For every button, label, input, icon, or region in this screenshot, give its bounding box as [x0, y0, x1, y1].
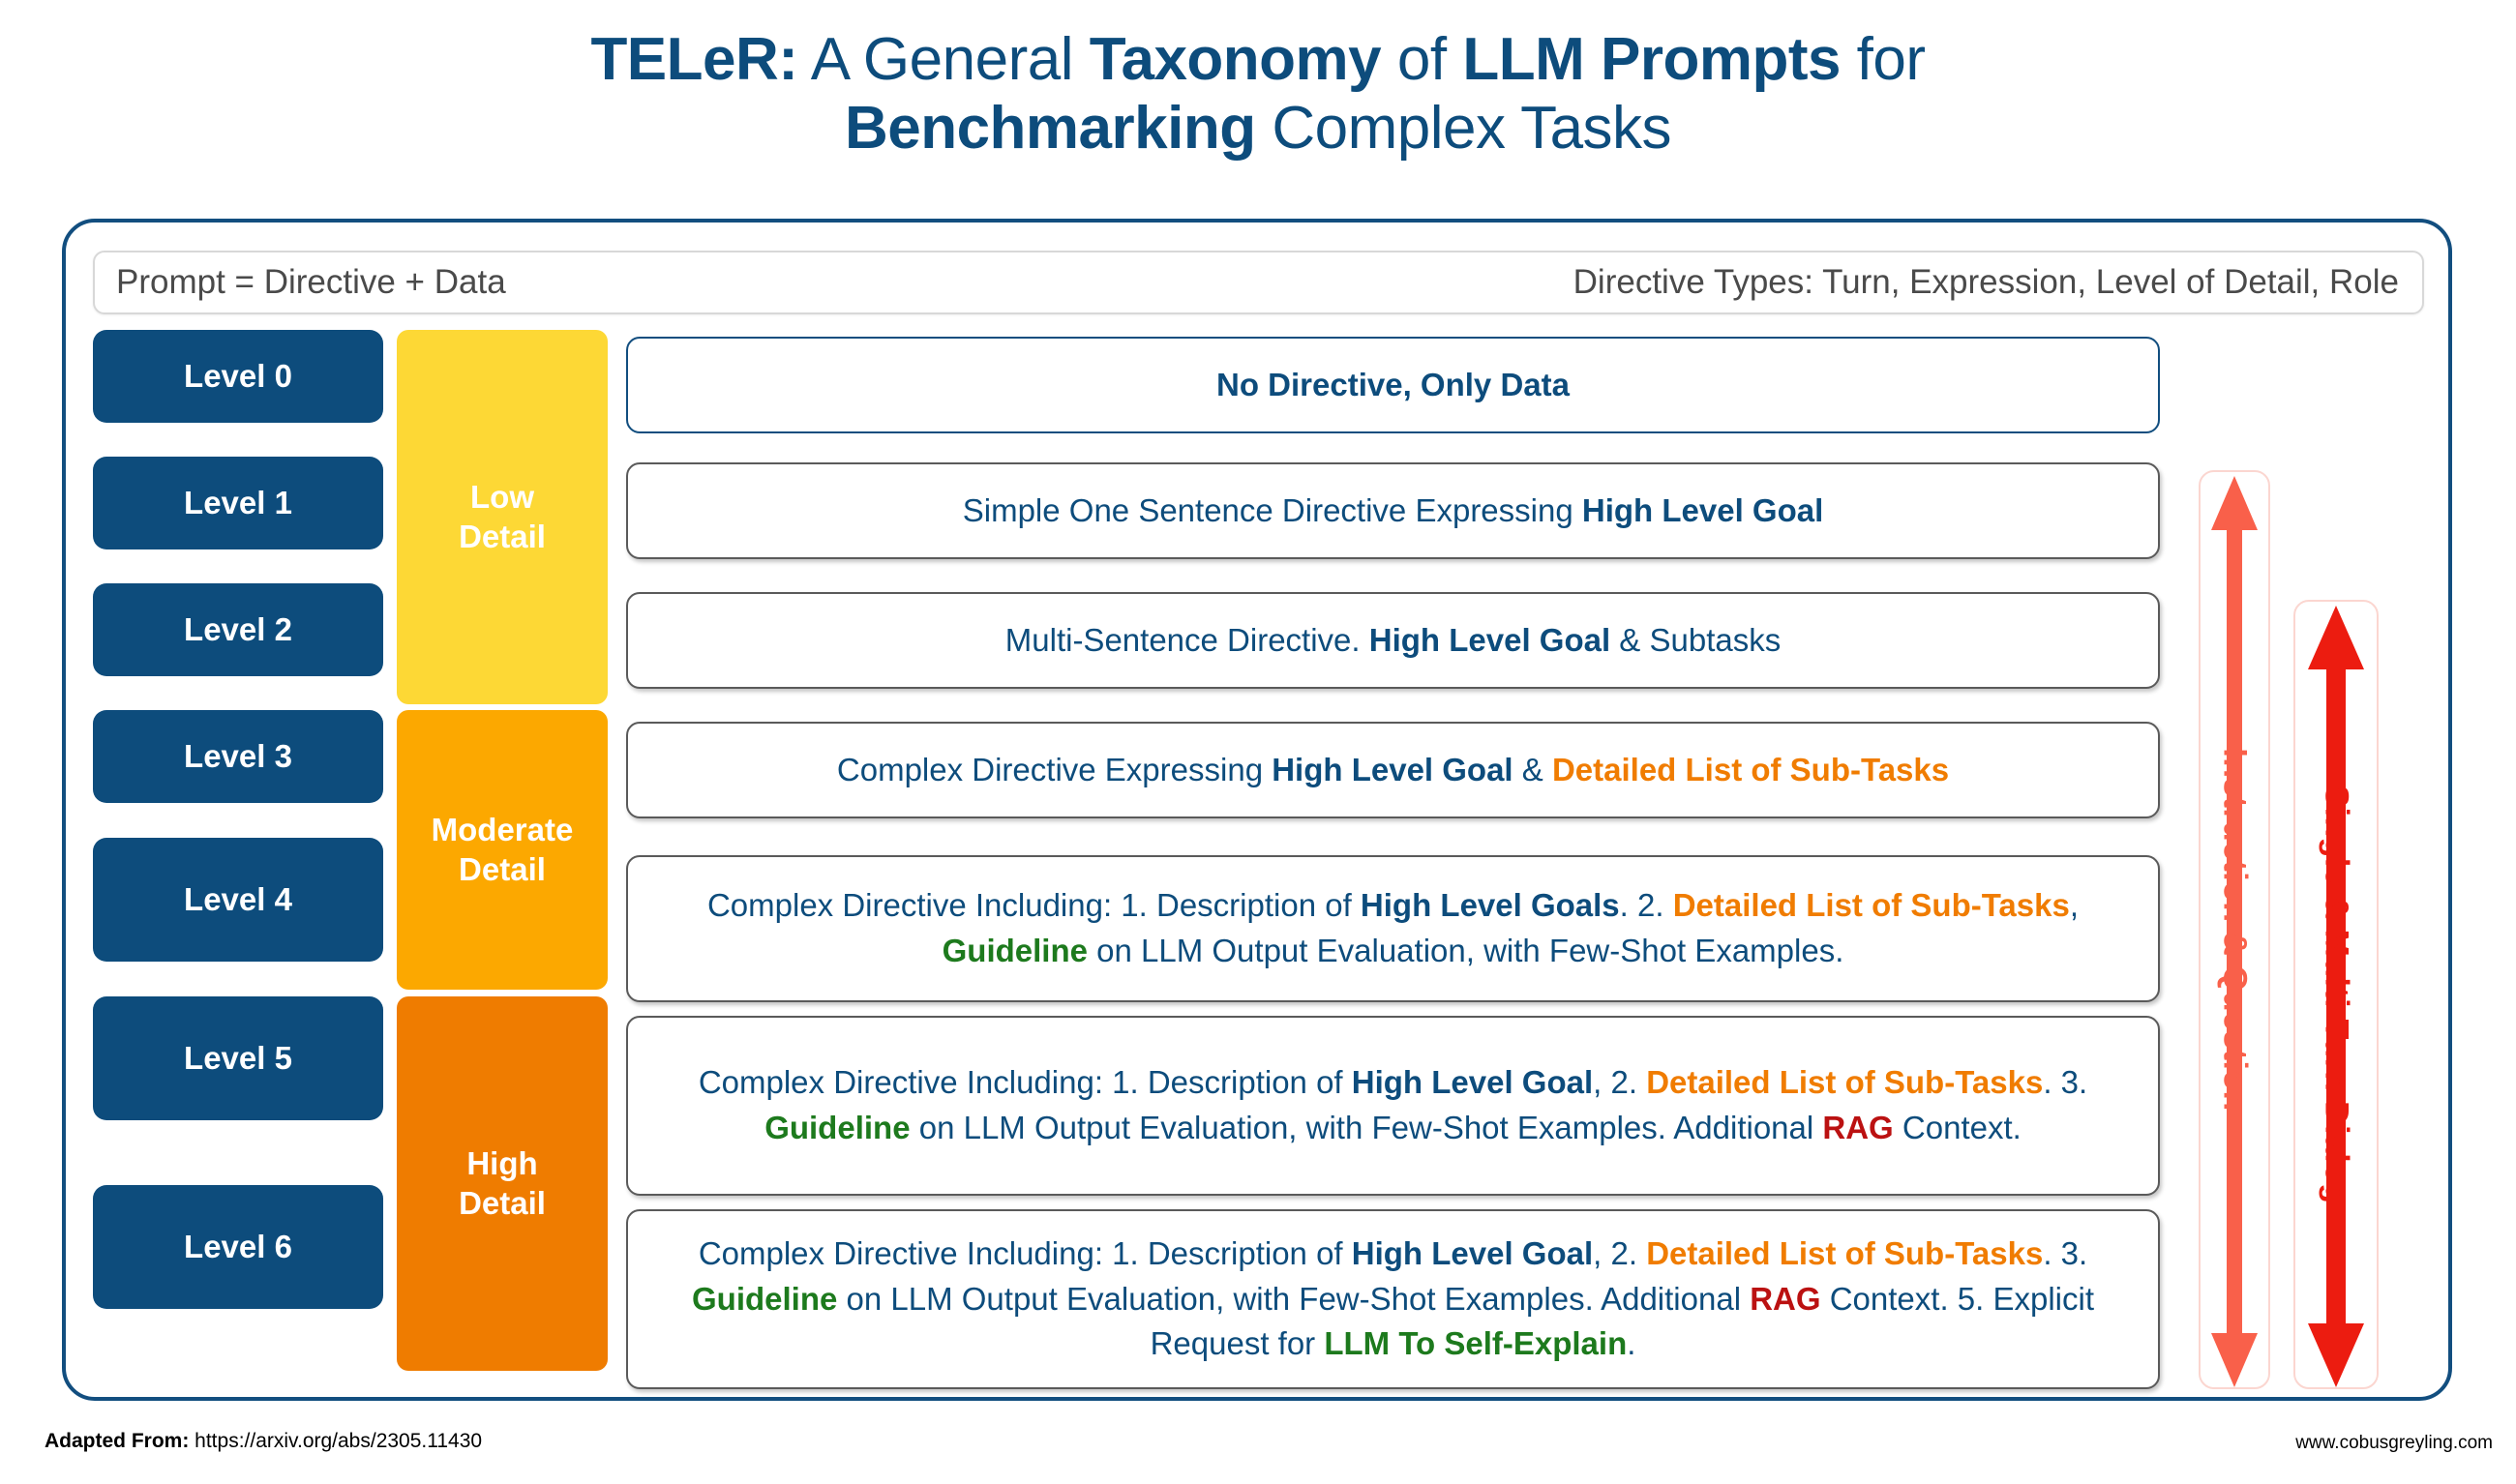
adapted-from-label: Adapted From:: [45, 1430, 190, 1452]
description-segment: High Level Goal: [1351, 1064, 1594, 1101]
description-box-level-0: No Directive, Only Data: [626, 337, 2160, 433]
level-chip-5[interactable]: Level 5: [93, 996, 383, 1120]
level-chip-label: Level 6: [184, 1229, 292, 1264]
footer-site[interactable]: www.cobusgreyling.com: [2295, 1433, 2493, 1454]
title-teler: TELeR:: [590, 26, 798, 93]
description-segment: Detailed List of Sub-Tasks: [1646, 1234, 2044, 1271]
title-llm-prompts: LLM Prompts: [1462, 26, 1841, 93]
description-segment: Complex Directive Including: 1. Descript…: [698, 1064, 1352, 1101]
description-segment: Context.: [1893, 1110, 2022, 1145]
description-segment: Detailed List of Sub-Tasks: [1646, 1064, 2044, 1101]
level-chip-label: Level 2: [184, 611, 292, 647]
title-of: of: [1381, 26, 1463, 93]
description-text: Complex Directive Including: 1. Descript…: [647, 1232, 2139, 1368]
detail-band-line-2: Detail: [459, 850, 546, 887]
description-box-level-5: Complex Directive Including: 1. Descript…: [626, 1016, 2160, 1196]
description-text: Complex Directive Including: 1. Descript…: [647, 1060, 2139, 1151]
level-chip-label: Level 3: [184, 738, 292, 774]
description-text: Multi-Sentence Directive. High Level Goa…: [1005, 618, 1781, 664]
detail-band-line-1: Moderate: [431, 812, 574, 848]
description-segment: Guideline: [942, 933, 1088, 968]
description-box-level-4: Complex Directive Including: 1. Descript…: [626, 855, 2160, 1002]
level-chip-4[interactable]: Level 4: [93, 838, 383, 962]
description-segment: RAG: [1750, 1280, 1821, 1317]
description-segment: . 3.: [2043, 1234, 2088, 1271]
description-segment: Complex Directive Expressing: [836, 751, 1273, 787]
page-title-line-1: TELeR: A General Taxonomy of LLM Prompts…: [0, 25, 2516, 94]
description-text: Simple One Sentence Directive Expressing…: [963, 489, 1824, 534]
description-segment: Simple One Sentence Directive Expressing: [962, 491, 1582, 528]
description-text: Complex Directive Including: 1. Descript…: [647, 883, 2139, 974]
description-segment: Multi-Sentence Directive.: [1004, 621, 1369, 658]
detail-band-line-2: Detail: [459, 1184, 546, 1221]
description-segment: on LLM Output Evaluation, with Few-Shot …: [1087, 933, 1844, 968]
footer-source: Adapted From: https://arxiv.org/abs/2305…: [45, 1430, 482, 1453]
level-chip-label: Level 1: [184, 485, 292, 520]
detail-band-high: High Detail: [397, 996, 608, 1371]
description-segment: on LLM Output Evaluation, with Few-Shot …: [910, 1110, 1823, 1145]
description-segment: , 2.: [1593, 1064, 1647, 1101]
description-segment: , 2.: [1593, 1234, 1647, 1271]
description-box-level-3: Complex Directive Expressing High Level …: [626, 722, 2160, 818]
description-box-level-6: Complex Directive Including: 1. Descript…: [626, 1209, 2160, 1389]
description-box-level-2: Multi-Sentence Directive. High Level Goa…: [626, 592, 2160, 689]
single-multi-turn-dialog-arrow: Single & Multi-Turn Dialog: [2293, 600, 2379, 1389]
level-chip-2[interactable]: Level 2: [93, 583, 383, 676]
level-chip-label: Level 4: [184, 881, 292, 917]
description-segment: LLM To Self-Explain: [1324, 1325, 1628, 1362]
page-title: TELeR: A General Taxonomy of LLM Prompts…: [0, 25, 2516, 163]
description-segment: ,: [2069, 887, 2080, 924]
directive-types-label: Directive Types: Turn, Expression, Level…: [1572, 263, 2399, 301]
description-segment: High Level Goals: [1360, 887, 1620, 924]
description-segment: High Level Goal: [1368, 621, 1611, 658]
level-chip-6[interactable]: Level 6: [93, 1185, 383, 1309]
title-for: for: [1840, 26, 1926, 93]
description-box-level-1: Simple One Sentence Directive Expressing…: [626, 462, 2160, 559]
title-a-general: A General: [797, 26, 1090, 93]
detail-band-line-2: Detail: [459, 518, 546, 554]
single-multi-turn-dialog-label: Single & Multi-Turn Dialog: [2318, 785, 2355, 1204]
description-segment: &: [1513, 751, 1552, 787]
description-segment: Complex Directive Including: 1. Descript…: [698, 1234, 1352, 1271]
description-segment: .: [1627, 1325, 1636, 1362]
description-segment: Detailed List of Sub-Tasks: [1672, 887, 2070, 924]
level-chip-0[interactable]: Level 0: [93, 330, 383, 423]
description-segment: . 2.: [1619, 887, 1673, 924]
description-segment: on LLM Output Evaluation, with Few-Shot …: [837, 1280, 1751, 1317]
title-taxonomy: Taxonomy: [1089, 26, 1382, 93]
prompt-equation-label: Prompt = Directive + Data: [116, 263, 506, 301]
description-segment: Guideline: [764, 1110, 911, 1145]
detail-band-line-1: Low: [470, 479, 534, 516]
level-chip-label: Level 0: [184, 358, 292, 394]
level-chip-3[interactable]: Level 3: [93, 710, 383, 803]
description-segment: High Level Goal: [1351, 1234, 1594, 1271]
instruction-question-arrow: Instruction & Question: [2199, 470, 2270, 1389]
description-segment: High Level Goal: [1581, 491, 1824, 528]
instruction-question-label: Instruction & Question: [2216, 748, 2254, 1112]
description-text: No Directive, Only Data: [1216, 363, 1570, 408]
level-chip-1[interactable]: Level 1: [93, 457, 383, 549]
adapted-from-url[interactable]: https://arxiv.org/abs/2305.11430: [195, 1430, 482, 1452]
page-title-line-2: Benchmarking Complex Tasks: [0, 94, 2516, 163]
detail-band-line-1: High: [466, 1145, 538, 1182]
level-chip-label: Level 5: [184, 1040, 292, 1076]
description-segment: High Level Goal: [1272, 751, 1513, 787]
description-segment: Complex Directive Including: 1. Descript…: [706, 887, 1361, 924]
description-segment: . 3.: [2043, 1064, 2088, 1101]
description-segment: Detailed List of Sub-Tasks: [1551, 751, 1950, 787]
description-segment: No Directive, Only Data: [1216, 366, 1570, 402]
prompt-definition-bar: Prompt = Directive + Data Directive Type…: [93, 251, 2424, 314]
description-segment: Guideline: [692, 1280, 838, 1317]
detail-band-low: Low Detail: [397, 330, 608, 704]
description-segment: RAG: [1822, 1110, 1894, 1145]
detail-band-moderate: Moderate Detail: [397, 710, 608, 990]
description-text: Complex Directive Expressing High Level …: [837, 748, 1949, 793]
title-benchmarking: Benchmarking: [844, 95, 1256, 163]
title-complex-tasks: Complex Tasks: [1255, 95, 1672, 163]
description-segment: & Subtasks: [1610, 621, 1782, 658]
